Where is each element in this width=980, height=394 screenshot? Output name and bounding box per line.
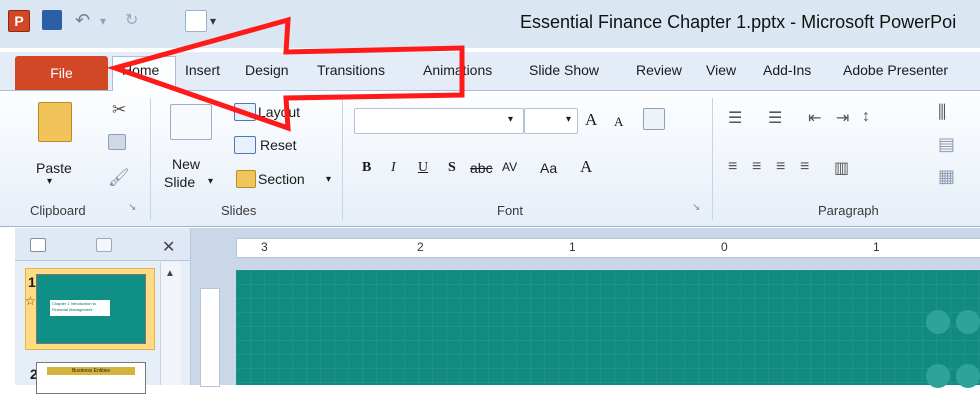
red-arrow-annotation (106, 16, 465, 132)
arrow-outline (106, 16, 465, 132)
